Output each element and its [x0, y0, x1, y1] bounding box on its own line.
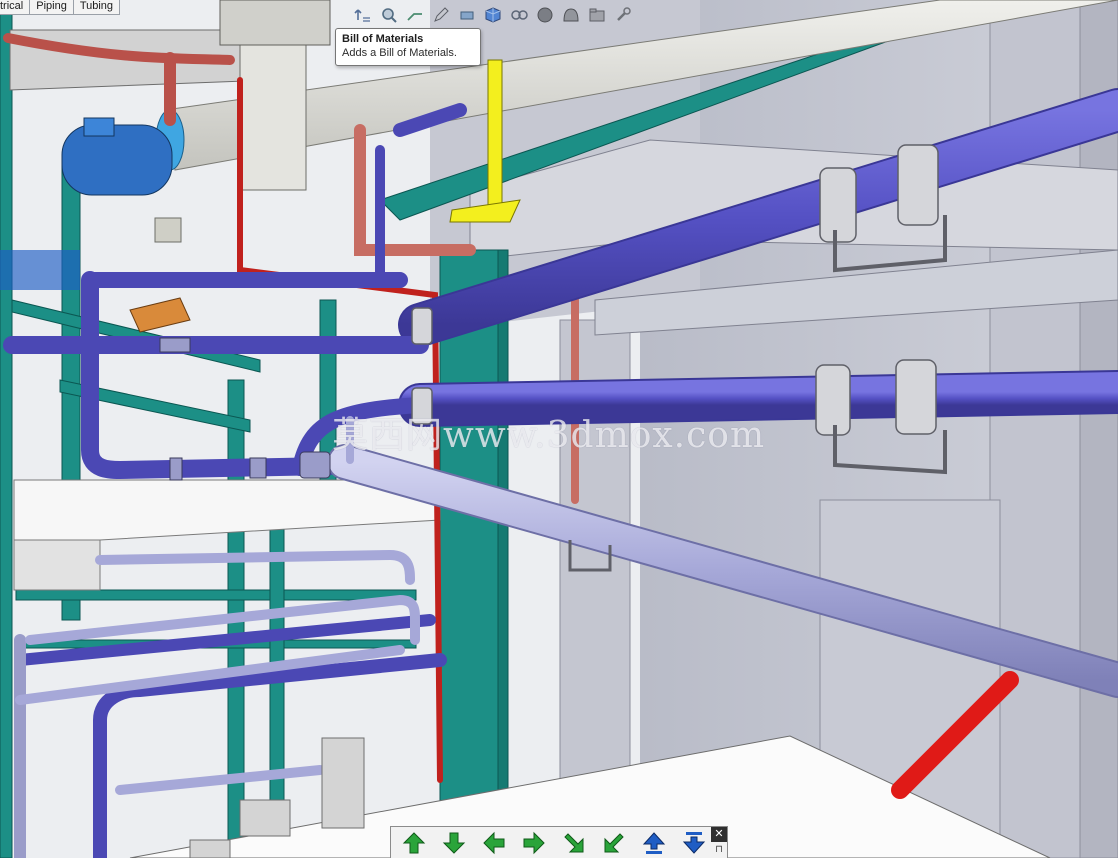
route-tool-button[interactable]: [404, 4, 426, 26]
pencil-icon: [434, 7, 449, 22]
route-icon: [407, 13, 422, 21]
tooltip-description: Adds a Bill of Materials.: [342, 47, 457, 59]
command-toolbar: [352, 2, 634, 28]
search-tool-button[interactable]: [378, 4, 400, 26]
rotate-up-button[interactable]: [397, 829, 431, 857]
rotate-down-button[interactable]: [437, 829, 471, 857]
bill-of-materials-button[interactable]: [352, 4, 374, 26]
sphere-icon: [537, 7, 553, 23]
sphere-tool-button[interactable]: [534, 4, 556, 26]
equipment-icon: [563, 8, 579, 22]
folder-icon: [589, 8, 605, 22]
arrow-down-icon: [442, 832, 466, 854]
options-tool-button[interactable]: [612, 4, 634, 26]
rotate-left-button[interactable]: [477, 829, 511, 857]
tab-electrical[interactable]: trical: [0, 0, 31, 14]
command-tabs: trical Piping Tubing: [0, 0, 121, 15]
tooltip-title: Bill of Materials: [342, 33, 424, 45]
magnifier-icon: [382, 8, 397, 23]
arrow-up-blue-icon: [642, 831, 666, 854]
tab-tubing[interactable]: Tubing: [73, 0, 121, 14]
watermark-text: 莫西网www.3dmox.com: [332, 415, 766, 456]
spool-icon: [511, 10, 528, 20]
pump-motor: [61, 117, 173, 196]
fitting-icon: [460, 11, 474, 20]
move-down-button[interactable]: [677, 829, 711, 857]
edit-tool-button[interactable]: [430, 4, 452, 26]
arrow-right-icon: [523, 831, 545, 854]
spool-tool-button[interactable]: [508, 4, 530, 26]
view-navigation-bar: ✕ ⊓: [390, 826, 728, 858]
component-tool-button[interactable]: [482, 4, 504, 26]
arrow-down-blue-icon: [682, 831, 706, 854]
arrow-down-left-icon: [604, 832, 624, 852]
wrench-icon: [617, 7, 631, 21]
rotate-down-left-button[interactable]: [597, 829, 631, 857]
fitting-tool-button[interactable]: [456, 4, 478, 26]
bom-arrow-icon: [354, 9, 370, 22]
tab-piping[interactable]: Piping: [30, 0, 74, 14]
cube-icon: [485, 7, 501, 23]
arrow-up-icon: [402, 831, 426, 853]
navbar-close-button[interactable]: ✕: [711, 827, 727, 842]
folder-tool-button[interactable]: [586, 4, 608, 26]
rotate-down-right-button[interactable]: [557, 829, 591, 857]
bom-tooltip: Bill of Materials Adds a Bill of Materia…: [335, 28, 481, 66]
arrow-left-icon: [483, 831, 505, 854]
equipment-tool-button[interactable]: [560, 4, 582, 26]
move-up-button[interactable]: [637, 829, 671, 857]
rotate-right-button[interactable]: [517, 829, 551, 857]
arrow-down-right-icon: [564, 832, 584, 852]
navbar-pin-button[interactable]: ⊓: [711, 842, 727, 857]
